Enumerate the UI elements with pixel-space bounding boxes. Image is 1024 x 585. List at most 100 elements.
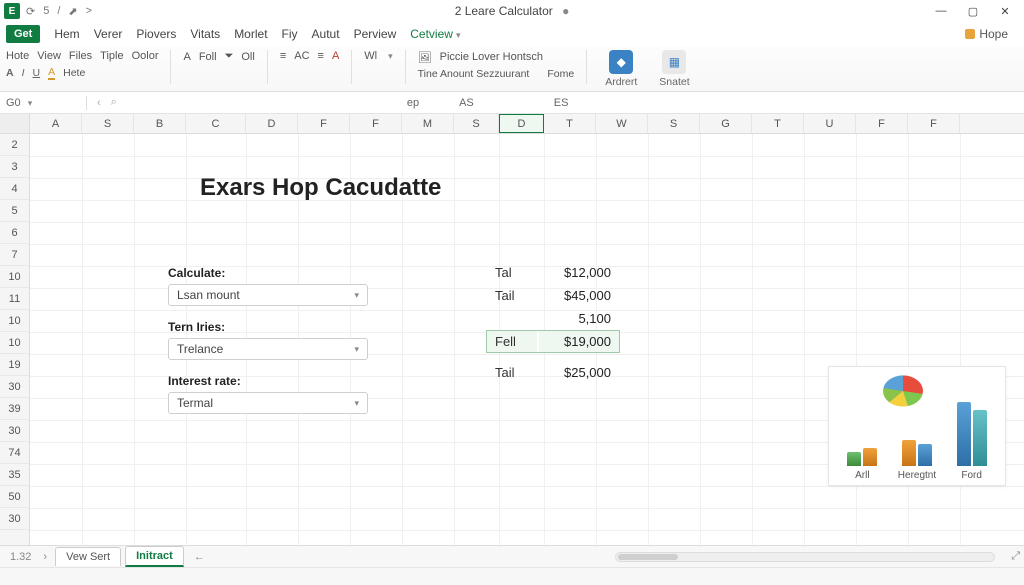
tab-morlet[interactable]: Morlet [234,27,267,41]
fx-search-icon[interactable]: ⌕ [111,96,117,109]
ribbon-group-left: Hote View Files Tiple Oolor A I U A Hete [6,50,158,80]
row-header[interactable]: 6 [0,222,29,244]
sheet-tab-bar: 1.32 › Vew Sert Initract ← ⤢ [0,545,1024,567]
ribbon-cmd[interactable]: ⏷ [225,50,234,63]
italic-button[interactable]: I [22,67,25,79]
column-header[interactable]: A [30,114,82,133]
column-header[interactable]: W [596,114,648,133]
sheet-heading: Exars Hop Cacudatte [200,174,441,202]
font-color-red-icon[interactable]: A [332,50,339,62]
horizontal-scrollbar[interactable] [615,552,995,562]
row-header[interactable]: 19 [0,354,29,376]
name-box[interactable]: G0 [6,97,76,109]
ribbon-cmd[interactable]: A [183,51,190,63]
column-header[interactable]: G [700,114,752,133]
sheet-tab[interactable]: Vew Sert [55,547,121,566]
embedded-chart[interactable]: Arll Heregtnt Ford [828,366,1006,486]
ribbon: Hote View Files Tiple Oolor A I U A Hete… [0,46,1024,92]
column-header[interactable]: T [544,114,596,133]
term-dropdown[interactable]: Trelance [168,338,368,360]
minimize-button[interactable]: — [932,5,950,18]
bold-button[interactable]: A [6,67,14,79]
ribbon-cmd[interactable]: AC [294,50,309,62]
fx-cancel-icon[interactable]: ‹ [97,97,101,109]
tab-autut[interactable]: Autut [312,27,340,41]
calculate-dropdown[interactable]: Lsan mount [168,284,368,306]
scroll-thumb[interactable] [618,554,678,560]
ribbon-big-button-snatet[interactable]: ▦ Snatet [653,50,695,88]
column-header[interactable]: T [752,114,804,133]
row-header[interactable]: 3 [0,156,29,178]
row-header[interactable]: 50 [0,486,29,508]
select-all-corner[interactable] [0,114,30,133]
row-header[interactable]: 4 [0,178,29,200]
align-left-icon[interactable]: ≡ [280,50,286,62]
row-header[interactable]: 10 [0,310,29,332]
add-sheet-button[interactable]: ← [188,551,211,563]
help-link[interactable]: Hope [965,27,1018,41]
row-header[interactable]: 7 [0,244,29,266]
ribbon-cmd[interactable]: Tiple [100,50,123,62]
column-header[interactable]: B [134,114,186,133]
column-header[interactable]: U [804,114,856,133]
column-header[interactable]: D [246,114,298,133]
sheet-tab-active[interactable]: Initract [125,546,184,567]
rate-dropdown[interactable]: Termal [168,392,368,414]
column-header[interactable]: F [298,114,350,133]
column-header[interactable]: S [454,114,499,133]
tab-verer[interactable]: Verer [94,27,123,41]
scroll-end-icon[interactable]: ⤢ [1007,550,1024,563]
tab-hem[interactable]: Hem [54,27,79,41]
zoom-level[interactable]: 1.32 [6,551,35,563]
close-button[interactable]: ✕ [996,5,1014,18]
row-header[interactable]: 5 [0,200,29,222]
qat-item[interactable]: / [57,5,60,17]
column-header[interactable]: C [186,114,246,133]
tab-vitats[interactable]: Vitats [190,27,220,41]
ribbon-big-button-ardrert[interactable]: ◆ Ardrert [599,50,643,88]
column-header-selected[interactable]: D [499,114,544,133]
ribbon-cmd[interactable]: Fome [547,68,574,80]
qat-item[interactable]: 5 [43,5,49,17]
row-header[interactable]: 74 [0,442,29,464]
column-header[interactable]: F [856,114,908,133]
tab-cetview[interactable]: Cetview [410,27,460,41]
ribbon-cmd[interactable]: View [37,50,61,62]
cell-grid[interactable]: Exars Hop Cacudatte Calculate: Lsan moun… [30,134,1024,566]
row-header[interactable]: 39 [0,398,29,420]
ribbon-cmd[interactable]: Files [69,50,92,62]
file-button[interactable]: Get [6,25,40,43]
row-header[interactable]: 10 [0,266,29,288]
tab-fiy[interactable]: Fiy [282,27,298,41]
formula-input[interactable]: ep AS ES [127,97,1018,109]
ribbon-cmd[interactable]: Oolor [132,50,159,62]
maximize-button[interactable]: ▢ [964,5,982,18]
underline-button[interactable]: U [33,67,41,79]
column-header[interactable]: M [402,114,454,133]
column-header[interactable]: F [350,114,402,133]
column-header[interactable]: F [908,114,960,133]
tab-perview[interactable]: Perview [354,27,397,41]
row-header[interactable]: 2 [0,134,29,156]
row-header[interactable]: 10 [0,332,29,354]
column-header[interactable]: S [82,114,134,133]
tab-piovers[interactable]: Piovers [136,27,176,41]
column-header[interactable]: S [648,114,700,133]
row-header[interactable]: 30 [0,508,29,530]
ribbon-cmd[interactable]: Hete [63,67,85,79]
document-title: 2 Leare Calculator ● [92,4,932,18]
qat-item[interactable]: ⬈ [68,5,77,18]
row-header[interactable]: 35 [0,464,29,486]
ribbon-cmd[interactable]: Wl [364,50,377,62]
font-color-button[interactable]: A [48,66,55,80]
qat-refresh-icon[interactable]: ⟳ [26,5,35,18]
sheet-nav-next-icon[interactable]: › [39,551,51,563]
row-header[interactable]: 11 [0,288,29,310]
ribbon-cmd[interactable]: Hote [6,50,29,62]
ribbon-cmd[interactable]: Foll [199,51,217,63]
spreadsheet-grid[interactable]: A S B C D F F M S D T W S G T U F F 2345… [0,114,1024,566]
row-header[interactable]: 30 [0,376,29,398]
align-right-icon[interactable]: ≡ [318,50,324,62]
row-header[interactable]: 30 [0,420,29,442]
ribbon-cmd[interactable]: Oll [241,51,254,63]
